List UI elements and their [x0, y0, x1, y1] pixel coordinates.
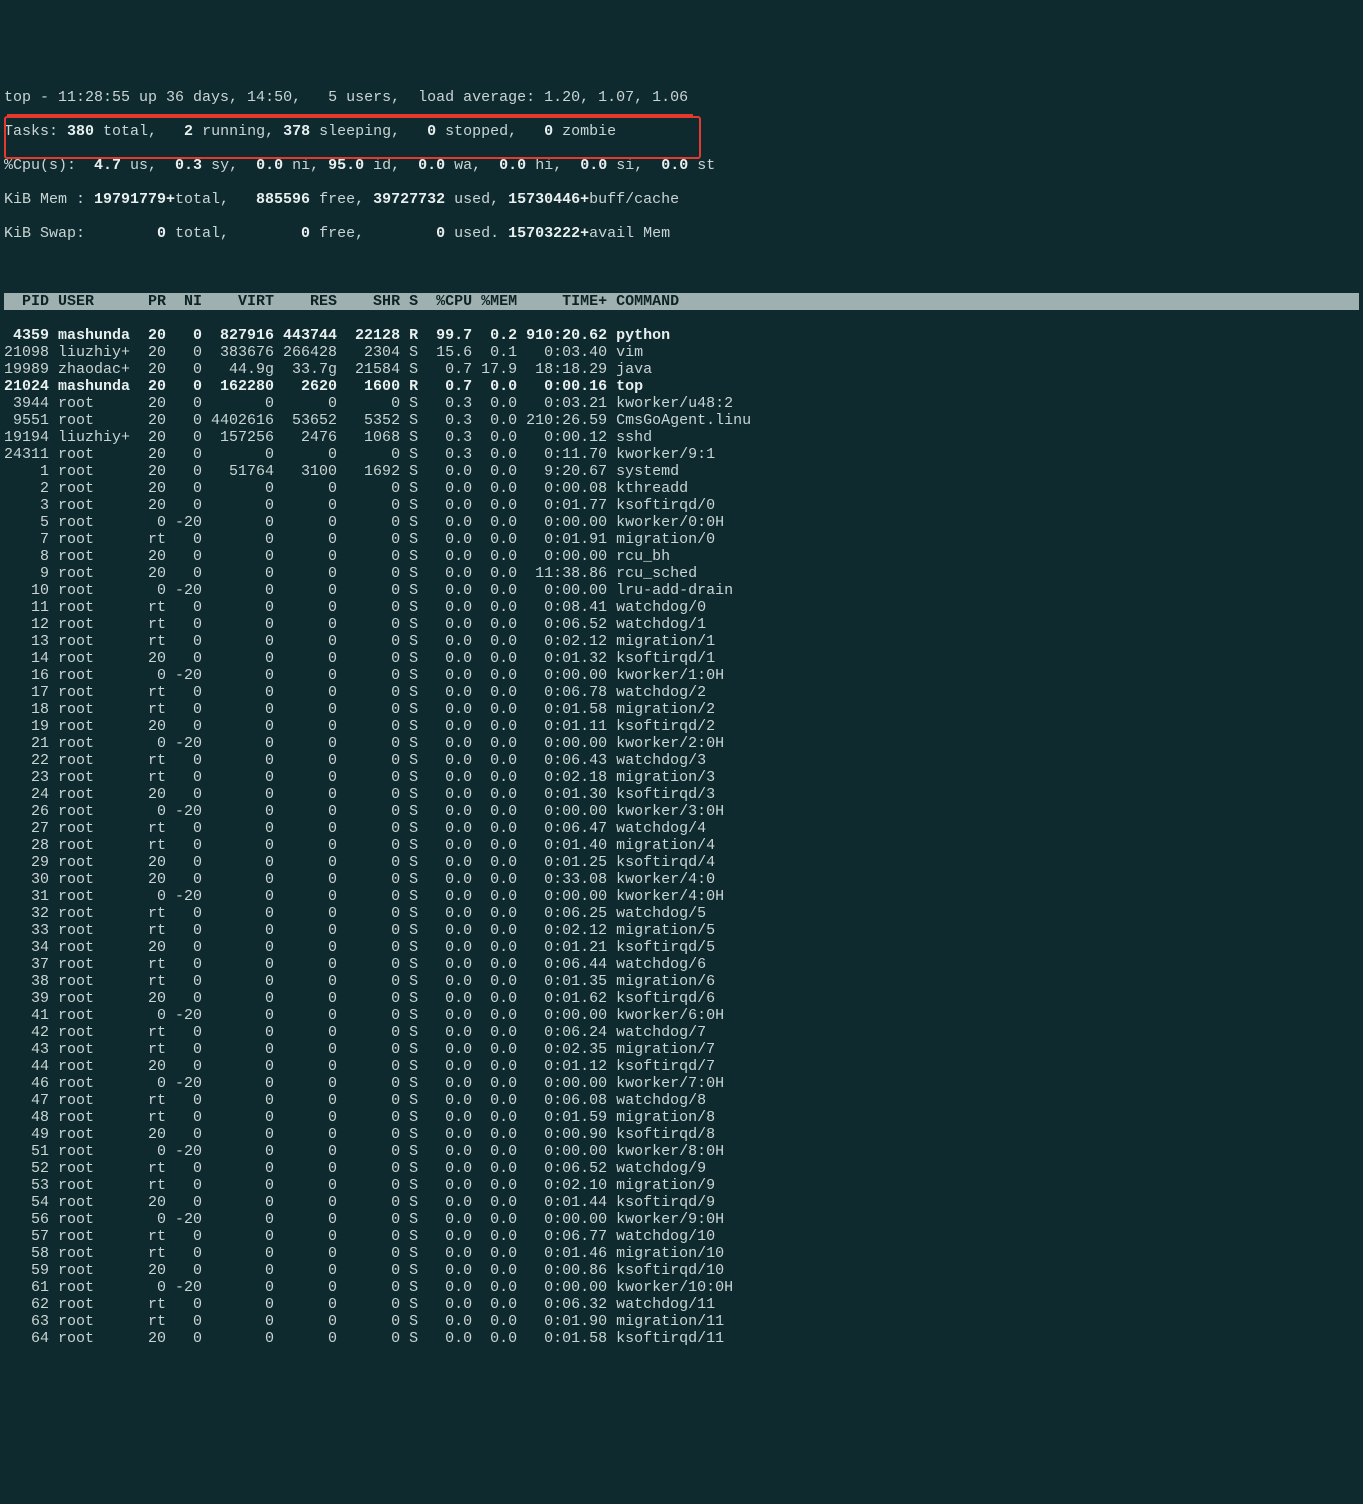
process-row: 18 root rt 0 0 0 0 S 0.0 0.0 0:01.58 mig…: [4, 701, 1359, 718]
process-row: 38 root rt 0 0 0 0 S 0.0 0.0 0:01.35 mig…: [4, 973, 1359, 990]
process-row: 53 root rt 0 0 0 0 S 0.0 0.0 0:02.10 mig…: [4, 1177, 1359, 1194]
process-row: 43 root rt 0 0 0 0 S 0.0 0.0 0:02.35 mig…: [4, 1041, 1359, 1058]
process-row: 54 root 20 0 0 0 0 S 0.0 0.0 0:01.44 kso…: [4, 1194, 1359, 1211]
process-row: 27 root rt 0 0 0 0 S 0.0 0.0 0:06.47 wat…: [4, 820, 1359, 837]
summary-line-swap: KiB Swap: 0 total, 0 free, 0 used. 15703…: [4, 225, 1359, 242]
process-row: 1 root 20 0 51764 3100 1692 S 0.0 0.0 9:…: [4, 463, 1359, 480]
summary-line-tasks: Tasks: 380 total, 2 running, 378 sleepin…: [4, 123, 1359, 140]
process-row: 8 root 20 0 0 0 0 S 0.0 0.0 0:00.00 rcu_…: [4, 548, 1359, 565]
process-row: 37 root rt 0 0 0 0 S 0.0 0.0 0:06.44 wat…: [4, 956, 1359, 973]
process-list: 4359 mashunda 20 0 827916 443744 22128 R…: [4, 327, 1359, 1347]
process-row: 29 root 20 0 0 0 0 S 0.0 0.0 0:01.25 kso…: [4, 854, 1359, 871]
process-row: 12 root rt 0 0 0 0 S 0.0 0.0 0:06.52 wat…: [4, 616, 1359, 633]
process-row: 31 root 0 -20 0 0 0 S 0.0 0.0 0:00.00 kw…: [4, 888, 1359, 905]
process-row: 48 root rt 0 0 0 0 S 0.0 0.0 0:01.59 mig…: [4, 1109, 1359, 1126]
process-row: 13 root rt 0 0 0 0 S 0.0 0.0 0:02.12 mig…: [4, 633, 1359, 650]
process-row: 5 root 0 -20 0 0 0 S 0.0 0.0 0:00.00 kwo…: [4, 514, 1359, 531]
process-row: 11 root rt 0 0 0 0 S 0.0 0.0 0:08.41 wat…: [4, 599, 1359, 616]
process-row: 21098 liuzhiy+ 20 0 383676 266428 2304 S…: [4, 344, 1359, 361]
process-row: 39 root 20 0 0 0 0 S 0.0 0.0 0:01.62 kso…: [4, 990, 1359, 1007]
process-row: 19194 liuzhiy+ 20 0 157256 2476 1068 S 0…: [4, 429, 1359, 446]
process-row: 10 root 0 -20 0 0 0 S 0.0 0.0 0:00.00 lr…: [4, 582, 1359, 599]
process-row: 21 root 0 -20 0 0 0 S 0.0 0.0 0:00.00 kw…: [4, 735, 1359, 752]
process-row: 21024 mashunda 20 0 162280 2620 1600 R 0…: [4, 378, 1359, 395]
process-row: 58 root rt 0 0 0 0 S 0.0 0.0 0:01.46 mig…: [4, 1245, 1359, 1262]
process-row: 17 root rt 0 0 0 0 S 0.0 0.0 0:06.78 wat…: [4, 684, 1359, 701]
terminal-output[interactable]: top - 11:28:55 up 36 days, 14:50, 5 user…: [4, 72, 1359, 1415]
process-row: 24 root 20 0 0 0 0 S 0.0 0.0 0:01.30 kso…: [4, 786, 1359, 803]
summary-line-cpu: %Cpu(s): 4.7 us, 0.3 sy, 0.0 ni, 95.0 id…: [4, 157, 1359, 174]
process-row: 4359 mashunda 20 0 827916 443744 22128 R…: [4, 327, 1359, 344]
process-row: 3944 root 20 0 0 0 0 S 0.3 0.0 0:03.21 k…: [4, 395, 1359, 412]
process-row: 64 root 20 0 0 0 0 S 0.0 0.0 0:01.58 kso…: [4, 1330, 1359, 1347]
annotation-strike-icon: [7, 114, 693, 116]
process-row: 34 root 20 0 0 0 0 S 0.0 0.0 0:01.21 kso…: [4, 939, 1359, 956]
process-row: 26 root 0 -20 0 0 0 S 0.0 0.0 0:00.00 kw…: [4, 803, 1359, 820]
process-row: 30 root 20 0 0 0 0 S 0.0 0.0 0:33.08 kwo…: [4, 871, 1359, 888]
process-row: 23 root rt 0 0 0 0 S 0.0 0.0 0:02.18 mig…: [4, 769, 1359, 786]
column-headers: PID USER PR NI VIRT RES SHR S %CPU %MEM …: [4, 293, 1359, 310]
process-row: 52 root rt 0 0 0 0 S 0.0 0.0 0:06.52 wat…: [4, 1160, 1359, 1177]
process-row: 59 root 20 0 0 0 0 S 0.0 0.0 0:00.86 kso…: [4, 1262, 1359, 1279]
process-row: 28 root rt 0 0 0 0 S 0.0 0.0 0:01.40 mig…: [4, 837, 1359, 854]
process-row: 3 root 20 0 0 0 0 S 0.0 0.0 0:01.77 ksof…: [4, 497, 1359, 514]
process-row: 47 root rt 0 0 0 0 S 0.0 0.0 0:06.08 wat…: [4, 1092, 1359, 1109]
process-row: 56 root 0 -20 0 0 0 S 0.0 0.0 0:00.00 kw…: [4, 1211, 1359, 1228]
process-row: 22 root rt 0 0 0 0 S 0.0 0.0 0:06.43 wat…: [4, 752, 1359, 769]
process-row: 14 root 20 0 0 0 0 S 0.0 0.0 0:01.32 kso…: [4, 650, 1359, 667]
process-row: 62 root rt 0 0 0 0 S 0.0 0.0 0:06.32 wat…: [4, 1296, 1359, 1313]
process-row: 7 root rt 0 0 0 0 S 0.0 0.0 0:01.91 migr…: [4, 531, 1359, 548]
process-row: 61 root 0 -20 0 0 0 S 0.0 0.0 0:00.00 kw…: [4, 1279, 1359, 1296]
process-row: 51 root 0 -20 0 0 0 S 0.0 0.0 0:00.00 kw…: [4, 1143, 1359, 1160]
process-row: 33 root rt 0 0 0 0 S 0.0 0.0 0:02.12 mig…: [4, 922, 1359, 939]
process-row: 63 root rt 0 0 0 0 S 0.0 0.0 0:01.90 mig…: [4, 1313, 1359, 1330]
blank-line: [4, 259, 1359, 276]
process-row: 32 root rt 0 0 0 0 S 0.0 0.0 0:06.25 wat…: [4, 905, 1359, 922]
process-row: 46 root 0 -20 0 0 0 S 0.0 0.0 0:00.00 kw…: [4, 1075, 1359, 1092]
process-row: 2 root 20 0 0 0 0 S 0.0 0.0 0:00.08 kthr…: [4, 480, 1359, 497]
summary-line-uptime: top - 11:28:55 up 36 days, 14:50, 5 user…: [4, 89, 1359, 106]
process-row: 44 root 20 0 0 0 0 S 0.0 0.0 0:01.12 kso…: [4, 1058, 1359, 1075]
process-row: 19 root 20 0 0 0 0 S 0.0 0.0 0:01.11 kso…: [4, 718, 1359, 735]
process-row: 16 root 0 -20 0 0 0 S 0.0 0.0 0:00.00 kw…: [4, 667, 1359, 684]
process-row: 24311 root 20 0 0 0 0 S 0.3 0.0 0:11.70 …: [4, 446, 1359, 463]
process-row: 9551 root 20 0 4402616 53652 5352 S 0.3 …: [4, 412, 1359, 429]
summary-line-mem: KiB Mem : 19791779+total, 885596 free, 3…: [4, 191, 1359, 208]
process-row: 19989 zhaodac+ 20 0 44.9g 33.7g 21584 S …: [4, 361, 1359, 378]
process-row: 57 root rt 0 0 0 0 S 0.0 0.0 0:06.77 wat…: [4, 1228, 1359, 1245]
process-row: 9 root 20 0 0 0 0 S 0.0 0.0 11:38.86 rcu…: [4, 565, 1359, 582]
process-row: 42 root rt 0 0 0 0 S 0.0 0.0 0:06.24 wat…: [4, 1024, 1359, 1041]
process-row: 41 root 0 -20 0 0 0 S 0.0 0.0 0:00.00 kw…: [4, 1007, 1359, 1024]
process-row: 49 root 20 0 0 0 0 S 0.0 0.0 0:00.90 kso…: [4, 1126, 1359, 1143]
